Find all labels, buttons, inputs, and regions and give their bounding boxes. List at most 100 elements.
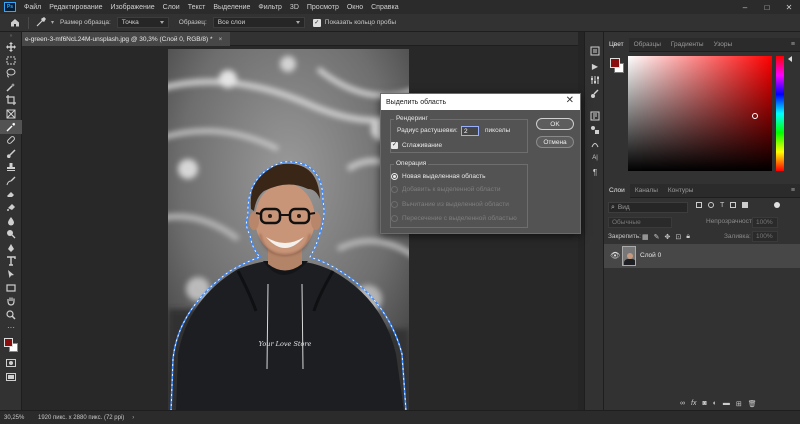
panel-foreground-swatch[interactable] [610, 58, 620, 68]
new-layer-icon[interactable]: ⊞ [736, 400, 742, 408]
dialog-close-icon[interactable]: ✕ [566, 95, 574, 106]
op-add-radio[interactable] [391, 186, 398, 193]
antialias-checkbox[interactable]: ✓ [391, 142, 398, 149]
filter-toggle-icon[interactable] [774, 202, 781, 208]
libraries-panel-icon[interactable] [590, 125, 600, 135]
lock-all-icon[interactable]: 🔒︎ [686, 233, 690, 241]
opacity-input[interactable]: 100% [752, 217, 778, 228]
menu-layers[interactable]: Слои [159, 4, 184, 11]
magic-wand-tool-icon[interactable] [0, 80, 22, 93]
layers-menu-icon[interactable]: ≡ [791, 187, 795, 194]
close-tab-icon[interactable]: × [219, 36, 223, 43]
brush-settings-icon[interactable] [590, 89, 600, 99]
feather-radius-input[interactable]: 2 [461, 126, 479, 136]
adjustments-panel-icon[interactable] [590, 75, 600, 85]
color-field[interactable] [628, 56, 772, 171]
menu-view[interactable]: Просмотр [303, 4, 343, 11]
eyedropper-tool-icon[interactable] [0, 120, 22, 134]
op-new-radio[interactable] [391, 173, 398, 180]
lock-artboard-icon[interactable]: ⊡ [675, 233, 681, 241]
type-tool-icon[interactable] [0, 254, 22, 267]
panel-menu-icon[interactable]: ≡ [791, 41, 795, 48]
document-canvas-photo[interactable]: Your Love Store [168, 49, 409, 411]
menu-image[interactable]: Изображение [107, 4, 159, 11]
tab-gradients[interactable]: Градиенты [666, 38, 709, 52]
play-actions-icon[interactable]: ▶ [590, 61, 600, 71]
layer-row[interactable]: 👁︎ Слой 0 [604, 244, 800, 268]
home-icon[interactable] [8, 16, 22, 30]
quick-mask-icon[interactable] [0, 357, 22, 370]
hue-slider[interactable] [776, 56, 784, 171]
maximize-icon[interactable]: □ [756, 0, 778, 14]
op-subtract-radio[interactable] [391, 201, 398, 208]
screen-mode-icon[interactable] [0, 370, 22, 383]
properties-panel-icon[interactable] [590, 111, 600, 121]
move-tool-icon[interactable] [0, 40, 22, 53]
new-adjustment-icon[interactable]: ◐ [713, 400, 717, 408]
lasso-tool-icon[interactable] [0, 67, 22, 80]
eyedropper-tool-icon[interactable] [35, 16, 49, 30]
character-panel-icon[interactable]: A| [590, 153, 600, 163]
gradient-tool-icon[interactable] [0, 201, 22, 214]
menu-help[interactable]: Справка [367, 4, 402, 11]
layer-style-icon[interactable]: fx [691, 400, 696, 408]
new-group-icon[interactable]: ▬ [723, 400, 730, 408]
dialog-titlebar[interactable]: Выделить область ✕ [381, 94, 580, 110]
ok-button[interactable]: OK [536, 118, 574, 130]
delete-layer-icon[interactable]: 🗑︎ [748, 400, 757, 408]
link-layers-icon[interactable]: ∞ [680, 400, 685, 408]
history-panel-icon[interactable] [590, 46, 600, 56]
frame-tool-icon[interactable] [0, 107, 22, 120]
show-ring-checkbox[interactable]: ✓ [312, 18, 321, 27]
blend-mode-select[interactable]: Обычные [608, 217, 672, 228]
color-picker-marker[interactable] [752, 113, 758, 119]
eraser-tool-icon[interactable] [0, 187, 22, 200]
tab-paths[interactable]: Контуры [663, 184, 699, 198]
paths-panel-icon[interactable] [590, 139, 600, 149]
healing-brush-tool-icon[interactable] [0, 134, 22, 147]
filter-adjustment-icon[interactable] [708, 202, 714, 208]
close-window-icon[interactable]: ✕ [778, 0, 800, 14]
zoom-level[interactable]: 30,25% [4, 415, 34, 421]
foreground-color-swatch[interactable] [4, 337, 13, 347]
document-tab[interactable]: e-green-3-mf6NcL24M-unsplash.jpg @ 30,3%… [22, 32, 230, 46]
menu-type[interactable]: Текст [184, 4, 210, 11]
tool-preset-chevron-icon[interactable]: ▾ [51, 19, 54, 26]
lock-position-icon[interactable]: ✥ [665, 233, 671, 241]
tab-channels[interactable]: Каналы [630, 184, 663, 198]
filter-type-icon[interactable]: T [720, 202, 724, 209]
op-intersect-radio[interactable] [391, 215, 398, 222]
menu-select[interactable]: Выделение [209, 4, 254, 11]
history-brush-tool-icon[interactable] [0, 174, 22, 187]
cancel-button[interactable]: Отмена [536, 136, 574, 148]
fill-input[interactable]: 100% [752, 231, 778, 242]
zoom-tool-icon[interactable] [0, 308, 22, 321]
hand-tool-icon[interactable] [0, 294, 22, 307]
more-tools-icon[interactable]: ··· [0, 321, 22, 334]
lock-image-icon[interactable]: ✎ [654, 233, 660, 241]
sample-select[interactable]: Все слои [212, 17, 305, 28]
tab-patterns[interactable]: Узоры [709, 38, 738, 52]
marquee-tool-icon[interactable] [0, 53, 22, 66]
lock-transparency-icon[interactable]: ▦ [642, 233, 649, 241]
layer-visibility-eye-icon[interactable]: 👁︎ [610, 251, 620, 260]
filter-smart-object-icon[interactable] [742, 202, 749, 208]
paragraph-panel-icon[interactable]: ¶ [590, 167, 600, 177]
menu-3d[interactable]: 3D [286, 4, 303, 11]
pen-tool-icon[interactable] [0, 241, 22, 254]
sample-size-select[interactable]: Точка [116, 17, 169, 28]
toolbar-collapse-icon[interactable]: » [0, 32, 22, 40]
brush-tool-icon[interactable] [0, 147, 22, 160]
filter-shape-icon[interactable] [730, 202, 737, 208]
status-arrow-icon[interactable]: › [132, 415, 134, 421]
blur-tool-icon[interactable] [0, 214, 22, 227]
path-selection-tool-icon[interactable] [0, 268, 22, 281]
layer-filter-search[interactable]: ⌕ Вид [608, 202, 688, 213]
tab-color[interactable]: Цвет [604, 37, 629, 52]
menu-window[interactable]: Окно [343, 4, 367, 11]
menu-edit[interactable]: Редактирование [45, 4, 106, 11]
menu-file[interactable]: Файл [20, 4, 45, 11]
menu-filter[interactable]: Фильтр [254, 4, 286, 11]
tab-layers[interactable]: Слои [604, 183, 630, 198]
color-swatches[interactable] [0, 335, 21, 357]
